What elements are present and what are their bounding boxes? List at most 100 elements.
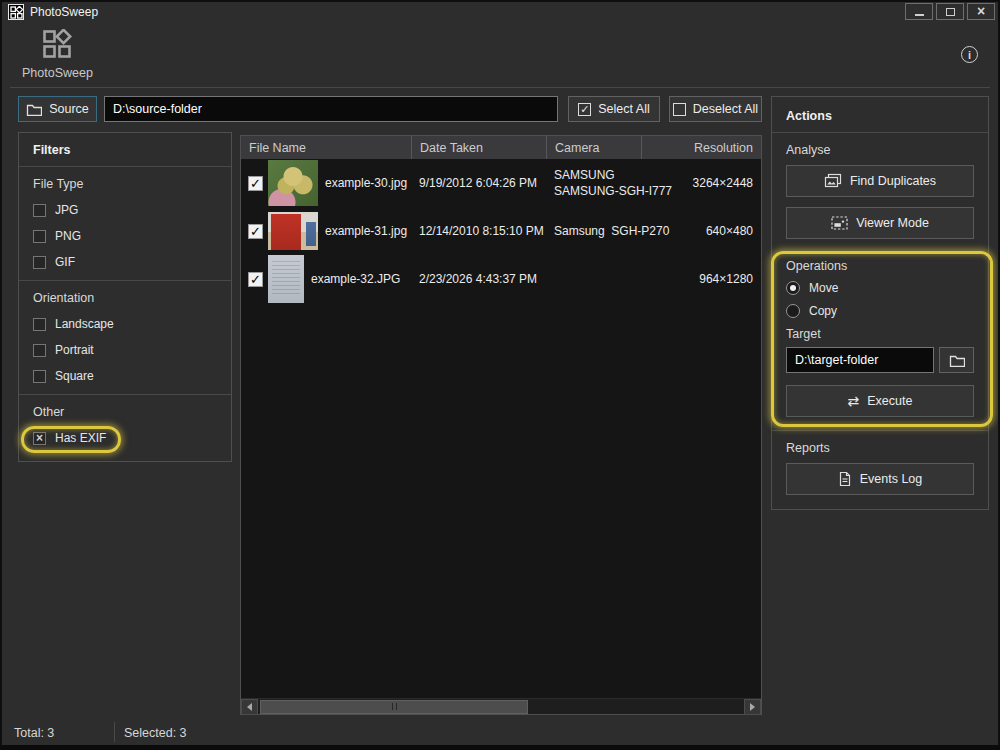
viewer-icon xyxy=(831,216,848,230)
swap-arrows-icon: ⇄ xyxy=(848,394,860,408)
close-icon: × xyxy=(977,4,985,18)
reports-section: Reports Events Log xyxy=(772,430,988,495)
close-button[interactable]: × xyxy=(967,3,995,20)
file-name: example-30.jpg xyxy=(325,176,407,190)
filter-checkbox-square[interactable]: Square xyxy=(33,369,217,383)
browse-target-button[interactable] xyxy=(939,347,974,373)
deselect-all-button[interactable]: Deselect All xyxy=(669,96,762,122)
info-button[interactable]: i xyxy=(961,46,978,63)
maximize-button[interactable] xyxy=(936,3,964,20)
app-logo: PhotoSweep xyxy=(22,29,92,80)
filter-group-orientation: Orientation Landscape Portrait Square xyxy=(19,281,231,395)
scrollbar-thumb[interactable] xyxy=(260,700,528,714)
window-bottom-edge xyxy=(0,745,1000,750)
date-taken: 12/14/2010 8:15:10 PM xyxy=(411,224,546,238)
total-count: Total: 3 xyxy=(14,726,54,740)
filters-title: Filters xyxy=(19,133,231,167)
app-name-label: PhotoSweep xyxy=(22,66,92,80)
source-path-input[interactable]: D:\source-folder xyxy=(104,96,558,122)
resolution: 3264×2448 xyxy=(641,176,761,190)
document-icon xyxy=(838,471,852,487)
file-name: example-31.jpg xyxy=(325,224,407,238)
right-arrow-icon xyxy=(750,703,755,711)
row-checkbox-checked[interactable]: ✓ xyxy=(248,224,263,239)
viewer-mode-button[interactable]: Viewer Mode xyxy=(786,207,974,239)
minimize-button[interactable] xyxy=(905,3,933,20)
file-name: example-32.JPG xyxy=(311,272,400,286)
filter-group-file-type: File Type JPG PNG GIF xyxy=(19,167,231,281)
scrollbar-track[interactable] xyxy=(258,699,744,715)
execute-button[interactable]: ⇄ Execute xyxy=(786,385,974,417)
column-header-date-taken[interactable]: Date Taken xyxy=(411,136,546,159)
checkbox-icon xyxy=(33,256,46,269)
duplicates-icon xyxy=(824,173,842,189)
table-row[interactable]: ✓ example-30.jpg 9/19/2012 6:04:26 PM SA… xyxy=(241,159,761,207)
resolution: 964×1280 xyxy=(641,272,761,286)
resolution: 640×480 xyxy=(641,224,761,238)
checkbox-icon xyxy=(33,318,46,331)
move-radio[interactable]: Move xyxy=(786,281,974,295)
scroll-left-button[interactable] xyxy=(241,699,258,715)
row-checkbox-checked[interactable]: ✓ xyxy=(248,272,263,287)
checkbox-icon xyxy=(33,204,46,217)
left-arrow-icon xyxy=(247,703,252,711)
filter-checkbox-png[interactable]: PNG xyxy=(33,229,217,243)
maximize-icon xyxy=(946,8,955,16)
folder-icon xyxy=(26,103,42,116)
filter-group-other: Other × Has EXIF xyxy=(19,395,231,456)
date-taken: 2/23/2026 4:43:37 PM xyxy=(411,272,546,286)
column-header-file-name[interactable]: File Name xyxy=(241,136,411,159)
app-logo-icon-small xyxy=(8,4,24,20)
status-divider xyxy=(114,722,115,742)
checkbox-icon xyxy=(33,230,46,243)
source-button[interactable]: Source xyxy=(18,96,97,122)
column-header-camera[interactable]: Camera xyxy=(546,136,641,159)
events-log-button[interactable]: Events Log xyxy=(786,463,974,495)
folder-icon xyxy=(949,354,965,367)
thumbnail-red-cup-photo xyxy=(268,212,318,250)
titlebar: PhotoSweep × xyxy=(2,2,998,22)
table-header: File Name Date Taken Camera Resolution xyxy=(241,136,761,159)
unchecked-checkbox-icon xyxy=(673,103,686,116)
window-title: PhotoSweep xyxy=(30,5,98,19)
horizontal-scrollbar[interactable] xyxy=(241,698,761,714)
file-table: File Name Date Taken Camera Resolution ✓… xyxy=(240,135,762,715)
thumbnail-fruit-photo xyxy=(268,160,318,206)
column-header-resolution[interactable]: Resolution xyxy=(641,136,761,159)
mixed-checkbox-icon: × xyxy=(33,432,46,445)
selected-count: Selected: 3 xyxy=(124,726,187,740)
filter-checkbox-has-exif[interactable]: × Has EXIF xyxy=(33,431,217,445)
copy-radio[interactable]: Copy xyxy=(786,304,974,318)
find-duplicates-button[interactable]: Find Duplicates xyxy=(786,165,974,197)
radio-unselected-icon xyxy=(786,304,800,318)
table-row[interactable]: ✓ example-32.JPG 2/23/2026 4:43:37 PM 96… xyxy=(241,255,761,303)
filter-checkbox-portrait[interactable]: Portrait xyxy=(33,343,217,357)
target-label: Target xyxy=(786,327,974,341)
filter-checkbox-jpg[interactable]: JPG xyxy=(33,203,217,217)
select-all-button[interactable]: ✓ Select All xyxy=(568,96,660,122)
scroll-right-button[interactable] xyxy=(744,699,761,715)
grip-icon xyxy=(392,703,397,710)
checked-checkbox-icon: ✓ xyxy=(578,103,591,116)
reports-label: Reports xyxy=(786,441,974,455)
actions-title: Actions xyxy=(772,97,988,133)
actions-panel: Actions Analyse Find Duplicates Viewer M… xyxy=(771,96,989,510)
status-bar: Total: 3 Selected: 3 xyxy=(2,719,998,746)
analyse-label: Analyse xyxy=(786,143,974,157)
checkbox-icon xyxy=(33,344,46,357)
filters-panel: Filters File Type JPG PNG GIF Orientatio… xyxy=(18,132,232,462)
date-taken: 9/19/2012 6:04:26 PM xyxy=(411,176,546,190)
app-logo-icon xyxy=(41,29,73,59)
target-path-input[interactable]: D:\target-folder xyxy=(786,347,934,373)
table-row[interactable]: ✓ example-31.jpg 12/14/2010 8:15:10 PM S… xyxy=(241,207,761,255)
thumbnail-handwritten-note-photo xyxy=(268,255,304,303)
app-header: PhotoSweep i xyxy=(10,22,990,88)
row-checkbox-checked[interactable]: ✓ xyxy=(248,176,263,191)
checkbox-icon xyxy=(33,370,46,383)
operations-label: Operations xyxy=(786,259,974,273)
radio-selected-icon xyxy=(786,281,800,295)
minimize-icon xyxy=(915,14,924,16)
info-icon: i xyxy=(968,49,971,61)
filter-checkbox-landscape[interactable]: Landscape xyxy=(33,317,217,331)
filter-checkbox-gif[interactable]: GIF xyxy=(33,255,217,269)
